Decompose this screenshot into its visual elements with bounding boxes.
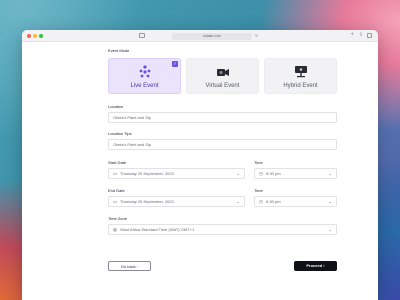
clock-icon: ◷ [259, 171, 263, 176]
time-zone-value: West Africa Standard Time (WAT) GMT+1 [120, 227, 195, 232]
location-tips-value: Olmia's Paint and Sip [113, 142, 152, 147]
hybrid-event-label: Hybrid Event [283, 83, 318, 89]
end-date-value: Thursday 20 September, 2022 [120, 199, 174, 204]
event-mode-label: Event Mode [108, 48, 130, 53]
chevron-down-icon: ⌄ [328, 227, 332, 232]
chevron-down-icon: ⌄ [328, 199, 332, 204]
start-date-label: Start Date [108, 160, 127, 165]
tab-overview-icon[interactable] [367, 33, 372, 38]
check-icon: ✓ [172, 61, 178, 67]
location-tips-input[interactable]: Olmia's Paint and Sip [108, 139, 337, 150]
location-tips-label: Location Tips [108, 131, 132, 136]
virtual-event-option[interactable]: Virtual Event [186, 58, 259, 94]
chevron-down-icon: ⌄ [236, 171, 240, 176]
location-input[interactable]: Olmia's Paint and Sip [108, 112, 337, 123]
virtual-event-label: Virtual Event [205, 83, 240, 89]
end-time-label: Time [254, 188, 263, 193]
browser-window: uidash.com ↻ + ⇪ Event Mode ✓ Live Event [22, 30, 378, 300]
location-value: Olmia's Paint and Sip [113, 115, 152, 120]
go-back-button[interactable]: Go back ◦ [108, 261, 151, 271]
start-date-picker[interactable]: ▭ Thursday 20 September, 2022 ⌄ [108, 168, 245, 179]
end-date-picker[interactable]: ▭ Thursday 20 September, 2022 ⌄ [108, 196, 245, 207]
start-date-value: Thursday 20 September, 2022 [120, 171, 174, 176]
sidebar-toggle-icon[interactable] [139, 33, 145, 38]
end-date-label: End Date [108, 188, 125, 193]
address-bar-url: uidash.com [203, 33, 221, 38]
reload-icon[interactable]: ↻ [255, 33, 258, 38]
location-label: Location [108, 104, 124, 109]
new-tab-icon[interactable]: + [350, 32, 354, 38]
maximize-window-button[interactable] [39, 34, 43, 38]
start-time-picker[interactable]: ◷ 8:30 pm ⌄ [254, 168, 337, 179]
chevron-down-icon: ⌄ [236, 199, 240, 204]
time-zone-select[interactable]: ◍ West Africa Standard Time (WAT) GMT+1 … [108, 224, 337, 235]
end-time-value: 8:30 pm [266, 199, 281, 204]
camera-icon [216, 69, 229, 76]
live-event-label: Live Event [130, 83, 159, 89]
calendar-icon: ▭ [113, 171, 118, 176]
event-mode-selector: ✓ Live Event Virtual Event Hybrid Event [108, 58, 337, 94]
globe-icon: ◍ [113, 227, 117, 232]
address-bar[interactable]: uidash.com [172, 32, 252, 40]
hybrid-event-option[interactable]: Hybrid Event [264, 58, 337, 94]
proceed-button[interactable]: Proceed › [294, 261, 337, 271]
live-event-icon [139, 65, 150, 78]
browser-toolbar: uidash.com ↻ + ⇪ [22, 30, 378, 42]
presentation-icon [294, 66, 307, 78]
start-time-value: 8:30 pm [266, 171, 281, 176]
start-time-label: Time [254, 160, 263, 165]
close-window-button[interactable] [27, 34, 31, 38]
share-icon[interactable]: ⇪ [359, 33, 363, 38]
end-time-picker[interactable]: ◷ 8:30 pm ⌄ [254, 196, 337, 207]
minimize-window-button[interactable] [33, 34, 37, 38]
live-event-option[interactable]: ✓ Live Event [108, 58, 181, 94]
clock-icon: ◷ [259, 199, 263, 204]
calendar-icon: ▭ [113, 199, 118, 204]
chevron-down-icon: ⌄ [328, 171, 332, 176]
time-zone-label: Time Zone [108, 216, 127, 221]
